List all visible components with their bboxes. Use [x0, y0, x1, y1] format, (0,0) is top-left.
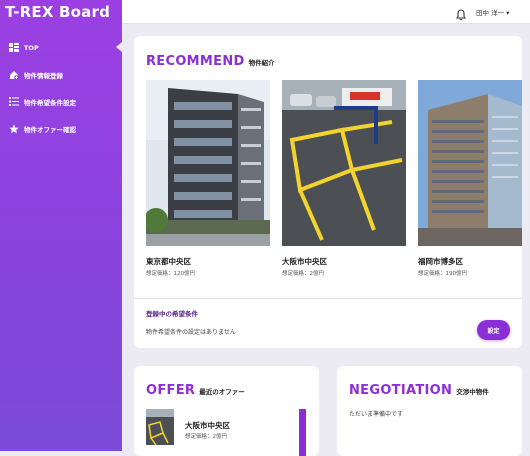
top-bar: 田中 洋一 ▾ [122, 0, 530, 24]
offer-card: OFFER 最近のオファー 大阪市中央区 想定価格：2億円 [134, 366, 319, 456]
property-photo [146, 80, 270, 246]
list-settings-icon [8, 97, 19, 107]
sidebar-item-label: 物件希望条件設定 [24, 98, 76, 107]
property-location: 大阪市中央区 [282, 257, 327, 266]
bell-icon[interactable] [455, 6, 467, 21]
offer-thumbnail[interactable] [146, 409, 174, 445]
set-preference-button[interactable]: 設定 [477, 320, 510, 340]
negotiation-card: NEGOTIATION 交渉中物件 ただいま準備中です [337, 366, 522, 456]
property-location: 東京都中央区 [146, 257, 191, 266]
sidebar-item-top[interactable]: TOP [0, 34, 122, 61]
offer-price: 想定価格：2億円 [185, 434, 227, 440]
recommend-card: RECOMMEND 物件紹介 東京都中央区 想定価格：120億円 大阪市中央区 … [134, 36, 522, 348]
property-photo [282, 80, 406, 246]
section-heading: OFFER [146, 383, 196, 398]
section-subheading: 交渉中物件 [456, 388, 489, 396]
property-card[interactable]: 福岡市博多区 想定価格：190億円 [418, 80, 522, 280]
section-heading: RECOMMEND [146, 54, 245, 69]
recommend-title: RECOMMEND 物件紹介 [146, 50, 275, 69]
property-price: 想定価格：120億円 [146, 271, 195, 277]
preference-status: 物件希望条件の設定はありません [146, 329, 236, 336]
property-price: 想定価格：2億円 [282, 271, 324, 277]
sidebar: T-REX Board TOP 物件情報登録 物件希望条件設定 物件オファー確認 [0, 0, 122, 451]
sidebar-nav: TOP 物件情報登録 物件希望条件設定 物件オファー確認 [0, 34, 122, 142]
property-card[interactable]: 東京都中央区 想定価格：120億円 [146, 80, 270, 280]
negotiation-title: NEGOTIATION 交渉中物件 [349, 379, 489, 398]
property-location: 福岡市博多区 [418, 257, 463, 266]
user-menu[interactable]: 田中 洋一 ▾ [476, 7, 509, 17]
sidebar-item-label: TOP [24, 43, 39, 52]
dashboard-icon [8, 43, 19, 53]
star-icon [8, 124, 19, 134]
property-photo [418, 80, 522, 246]
divider [134, 298, 522, 299]
offer-location[interactable]: 大阪市中央区 [185, 420, 230, 431]
offer-status-bar [299, 409, 306, 456]
section-subheading: 最近のオファー [199, 388, 245, 396]
active-indicator [116, 42, 122, 52]
negotiation-empty-text: ただいま準備中です [349, 411, 404, 418]
offer-title: OFFER 最近のオファー [146, 379, 245, 398]
sidebar-item-property-register[interactable]: 物件情報登録 [0, 61, 122, 88]
sidebar-item-offer-check[interactable]: 物件オファー確認 [0, 115, 122, 142]
sidebar-item-label: 物件情報登録 [24, 71, 63, 80]
sidebar-item-label: 物件オファー確認 [24, 125, 76, 134]
app-logo[interactable]: T-REX Board [5, 3, 110, 21]
preference-title: 登録中の希望条件 [146, 310, 198, 318]
section-subheading: 物件紹介 [248, 59, 275, 67]
section-heading: NEGOTIATION [349, 383, 453, 398]
add-property-icon [8, 70, 19, 80]
sidebar-item-preference-settings[interactable]: 物件希望条件設定 [0, 88, 122, 115]
property-price: 想定価格：190億円 [418, 271, 467, 277]
property-card[interactable]: 大阪市中央区 想定価格：2億円 [282, 80, 406, 280]
